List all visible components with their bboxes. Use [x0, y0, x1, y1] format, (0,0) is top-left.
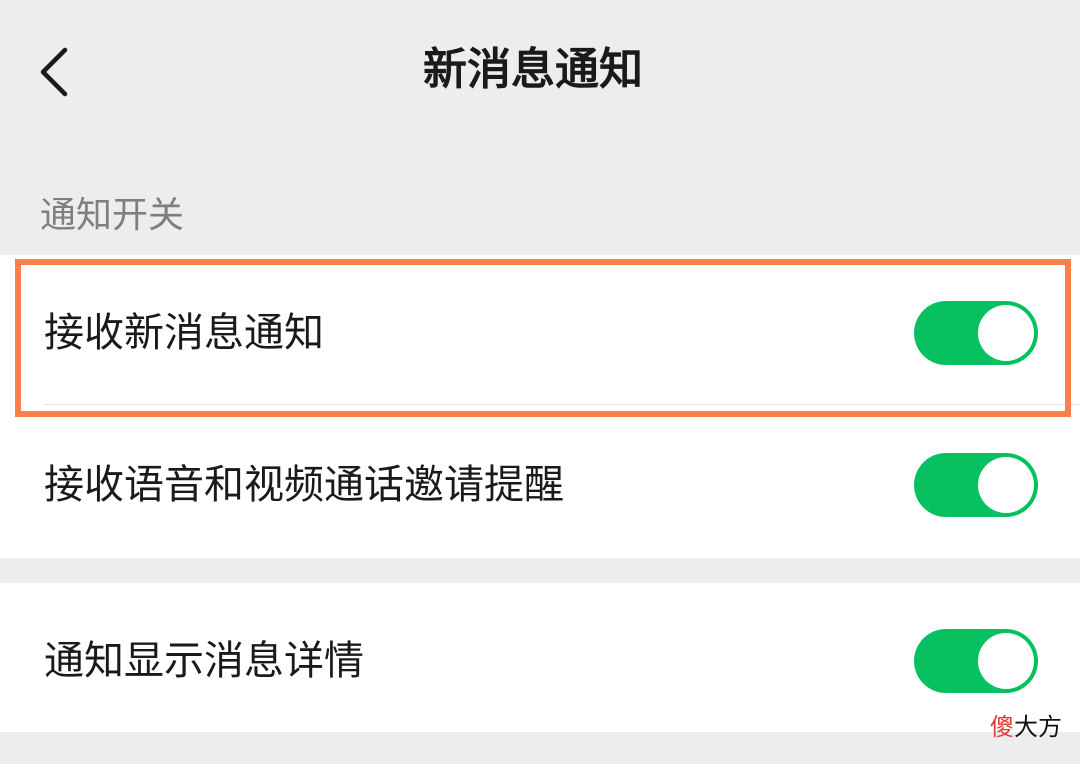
watermark: 傻大方: [990, 707, 1062, 747]
show-message-details-toggle[interactable]: [914, 629, 1038, 693]
call-invite-reminder-toggle[interactable]: [914, 453, 1038, 517]
setting-label: 接收新消息通知: [44, 310, 324, 356]
watermark-accent-char: 傻: [990, 713, 1014, 741]
toggle-knob: [978, 633, 1034, 689]
page-title: 新消息通知: [423, 44, 643, 95]
setting-label: 通知显示消息详情: [44, 638, 364, 684]
setting-row-receive-new-messages[interactable]: 接收新消息通知: [0, 255, 1080, 405]
setting-label: 接收语音和视频通话邀请提醒: [44, 462, 564, 508]
watermark-text: 大方: [1014, 713, 1062, 741]
setting-row-show-message-details[interactable]: 通知显示消息详情: [0, 583, 1080, 733]
navigation-bar: 新消息通知: [0, 0, 1080, 145]
toggle-knob: [978, 457, 1034, 513]
receive-new-messages-toggle[interactable]: [914, 301, 1038, 365]
settings-group-notifications: 接收新消息通知 接收语音和视频通话邀请提醒: [0, 255, 1080, 558]
section-header: 通知开关: [40, 195, 185, 236]
divider: [44, 404, 1080, 405]
toggle-knob: [978, 305, 1034, 361]
setting-row-call-invite-reminder[interactable]: 接收语音和视频通话邀请提醒: [0, 407, 1080, 557]
settings-group-details: 通知显示消息详情: [0, 583, 1080, 732]
